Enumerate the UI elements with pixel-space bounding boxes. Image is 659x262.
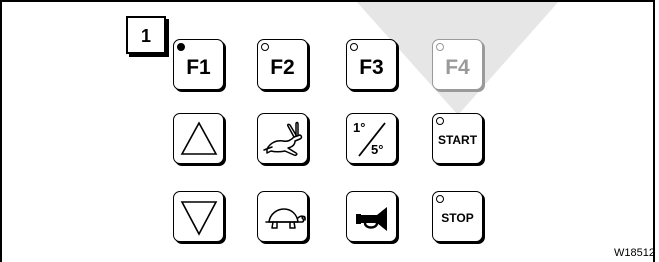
figure-id: W18512 [614,247,655,259]
callout-number: 1 [140,26,151,46]
stop-key[interactable]: STOP [432,191,483,242]
horn-icon [356,207,387,231]
fast-speed-key[interactable] [257,113,308,164]
hare-icon [263,121,303,156]
f3-key-label: F3 [359,56,384,79]
start-key-label: START [437,133,478,147]
f3-key[interactable]: F3 [346,39,397,90]
degree-bottom-label: 5° [371,142,384,157]
f4-key-label: F4 [445,56,470,79]
diagram-frame [0,0,655,262]
tortoise-icon [265,208,306,229]
horn-key[interactable] [346,191,397,242]
stop-led-indicator [436,195,444,203]
triangle-up-icon [180,121,218,155]
raise-key[interactable] [173,113,224,164]
start-led-indicator [436,117,444,125]
start-key[interactable]: START [432,113,483,164]
triangle-down-icon [180,201,218,236]
f4-key[interactable]: F4 [432,39,483,90]
f1-led-indicator [177,43,185,51]
f2-key-label: F2 [270,56,295,79]
degree-step-key[interactable]: 1° 5° [346,113,397,164]
f4-led-indicator [436,43,444,51]
f2-led-indicator [261,43,269,51]
slow-speed-key[interactable] [257,191,308,242]
f1-key[interactable]: F1 [173,39,224,90]
f2-key[interactable]: F2 [257,39,308,90]
lower-key[interactable] [173,191,224,242]
stop-key-label: STOP [441,211,474,225]
f3-led-indicator [350,43,358,51]
keypad-diagram: 1 F1 F2 F3 F4 1° 5° START STOP W18512 [0,0,659,262]
callout-label: 1 [126,16,166,54]
degree-top-label: 1° [353,120,366,135]
f1-key-label: F1 [186,56,211,79]
